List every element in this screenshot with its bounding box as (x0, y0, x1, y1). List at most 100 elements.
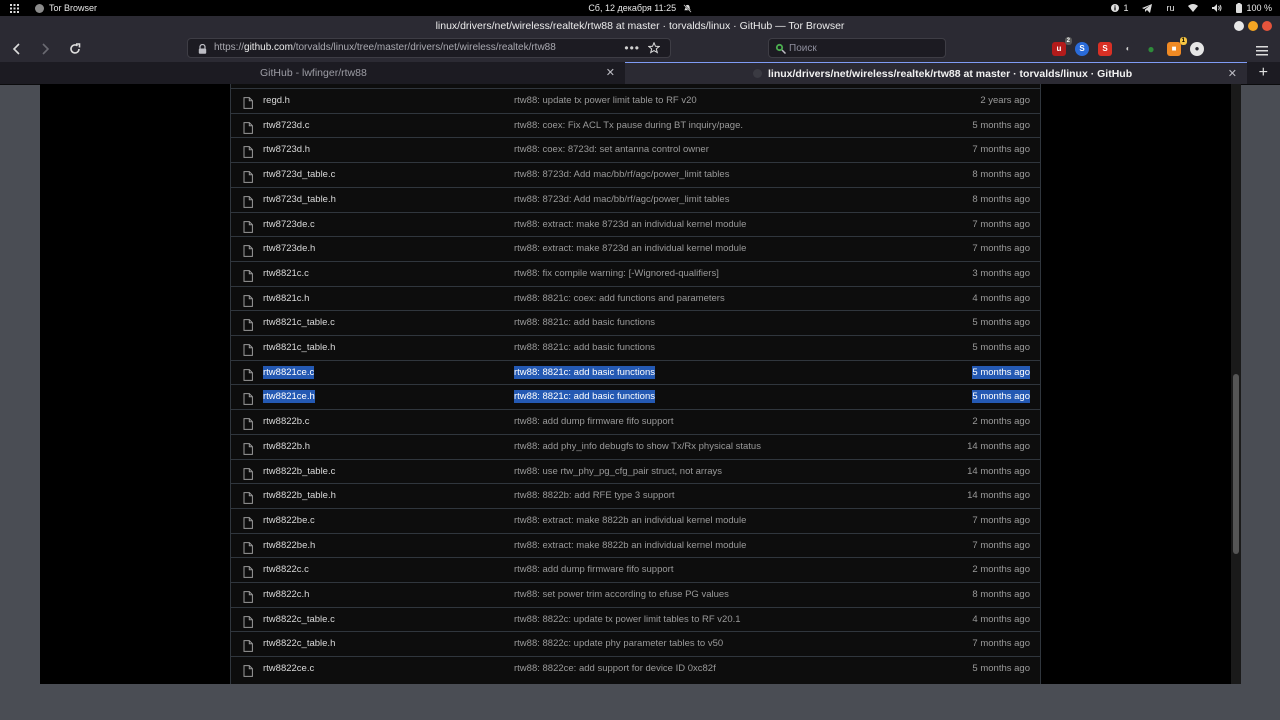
page-scrollbar[interactable] (1231, 84, 1241, 684)
new-tab-button[interactable]: + (1259, 62, 1268, 84)
file-row[interactable]: rtw8822b.h rtw88: add phy_info debugfs to… (231, 433, 1040, 459)
file-row[interactable]: rtw8822c.h rtw88: set power trim accordin… (231, 582, 1040, 606)
scrollbar-thumb[interactable] (1233, 374, 1239, 554)
file-row[interactable]: rtw8723d_table.c rtw88: 8723d: Add mac/bb… (231, 162, 1040, 186)
file-row[interactable]: rtw8821c.c rtw88: fix compile warning: [-… (231, 260, 1040, 286)
commit-message-link[interactable]: rtw88: add dump firmware fifo support (514, 410, 673, 434)
file-row[interactable]: rtw8723d.h rtw88: coex: 8723d: set antann… (231, 137, 1040, 161)
commit-message-link[interactable]: rtw88: 8723d: Add mac/bb/rf/agc/power_li… (514, 188, 729, 212)
bookmark-star-icon[interactable] (647, 41, 661, 61)
file-row[interactable]: rtw8822c_table.c rtw88: 8822c: update tx … (231, 606, 1040, 632)
file-name-link[interactable]: rtw8821c.h (263, 287, 309, 311)
file-name-link[interactable]: rtw8822c.h (263, 583, 309, 607)
file-name-link[interactable]: rtw8723d_table.c (263, 163, 335, 187)
battery-indicator[interactable]: 100 % (1236, 3, 1272, 13)
tab-torvalds-linux-rtw88[interactable]: linux/drivers/net/wireless/realtek/rtw88… (625, 62, 1247, 84)
minimize-button[interactable] (1234, 21, 1244, 31)
commit-message-link[interactable]: rtw88: add dump firmware fifo support (514, 558, 673, 582)
file-row[interactable]: rtw8822b_table.h rtw88: 8822b: add RFE ty… (231, 483, 1040, 507)
file-name-link[interactable]: rtw8822c_table.h (263, 632, 335, 656)
url-text[interactable]: https://github.com/torvalds/linux/tree/m… (214, 39, 556, 57)
active-app-menu[interactable]: Tor Browser (35, 3, 97, 13)
telegram-icon[interactable] (1142, 3, 1153, 13)
file-name-link[interactable]: rtw8822ce.c (263, 657, 314, 681)
ublock-icon[interactable]: u2 (1052, 37, 1072, 56)
commit-message-link[interactable]: rtw88: set power trim according to efuse… (514, 583, 729, 607)
file-row[interactable]: rtw8821c_table.h rtw88: 8821c: add basic … (231, 335, 1040, 359)
forward-button[interactable] (37, 41, 53, 57)
app-grid-icon[interactable] (10, 3, 19, 13)
search-input[interactable] (789, 40, 939, 56)
file-name-link[interactable]: rtw8822b_table.h (263, 484, 336, 508)
file-row[interactable]: rtw8821c.h rtw88: 8821c: coex: add functi… (231, 285, 1040, 311)
update-indicator[interactable]: 1 (1111, 3, 1128, 13)
file-name-link[interactable]: rtw8822b.c (263, 410, 309, 434)
file-name-link[interactable]: rtw8723de.h (263, 237, 315, 261)
file-row[interactable]: rtw8822be.h rtw88: extract: make 8822b an… (231, 532, 1040, 558)
keyboard-layout[interactable]: ru (1166, 3, 1174, 13)
file-row[interactable]: rtw8821ce.c rtw88: 8821c: add basic funct… (231, 359, 1040, 384)
close-tab-icon[interactable]: ✕ (606, 62, 615, 84)
commit-message-link[interactable]: rtw88: 8821c: coex: add functions and pa… (514, 287, 725, 311)
file-name-link[interactable]: rtw8822c.c (263, 558, 309, 582)
commit-message-link[interactable]: rtw88: 8822ce: add support for device ID… (514, 657, 716, 681)
file-name-link[interactable]: regd.h (263, 89, 290, 113)
file-row[interactable]: rtw8723d_table.h rtw88: 8723d: Add mac/bb… (231, 186, 1040, 212)
tab-lwfinger-rtw88[interactable]: GitHub - lwfinger/rtw88 ✕ (240, 62, 625, 84)
hamburger-menu-icon[interactable] (1256, 43, 1268, 61)
close-window-button[interactable] (1262, 21, 1272, 31)
commit-message-link[interactable]: rtw88: 8723d: Add mac/bb/rf/agc/power_li… (514, 163, 729, 187)
s-circle-icon[interactable]: S (1075, 42, 1089, 56)
page-actions-icon[interactable]: ••• (624, 39, 640, 57)
commit-message-link[interactable]: rtw88: 8821c: add basic functions (514, 336, 655, 360)
close-tab-icon[interactable]: ✕ (1228, 63, 1237, 85)
file-name-link[interactable]: rtw8723d.c (263, 114, 309, 138)
file-name-link[interactable]: rtw8821c_table.c (263, 311, 335, 335)
file-row[interactable]: rtw8723d.c rtw88: coex: Fix ACL Tx pause … (231, 112, 1040, 138)
search-engine-icon[interactable] (775, 43, 787, 61)
search-bar[interactable] (768, 38, 946, 58)
commit-message-link[interactable]: rtw88: add phy_info debugfs to show Tx/R… (514, 435, 761, 459)
file-row[interactable]: rtw8822b_table.c rtw88: use rtw_phy_pg_cf… (231, 458, 1040, 484)
commit-message-link[interactable]: rtw88: extract: make 8822b an individual… (514, 509, 746, 533)
file-row[interactable]: rtw8822c_table.h rtw88: 8822c: update phy… (231, 631, 1040, 655)
file-name-link[interactable]: rtw8723d.h (263, 138, 310, 162)
commit-message-link[interactable]: rtw88: use rtw_phy_pg_cfg_pair struct, n… (514, 460, 722, 484)
file-name-link[interactable]: rtw8821c.c (263, 262, 309, 286)
file-name-link[interactable]: rtw8723de.c (263, 213, 315, 237)
commit-message-link[interactable]: rtw88: extract: make 8822b an individual… (514, 534, 746, 558)
commit-message-link[interactable]: rtw88: 8822b: add RFE type 3 support (514, 484, 675, 508)
file-row[interactable]: rtw8821c_table.c rtw88: 8821c: add basic … (231, 310, 1040, 334)
wifi-icon[interactable] (1188, 4, 1199, 12)
commit-message-link[interactable]: rtw88: 8822c: update phy parameter table… (514, 632, 723, 656)
commit-message-link[interactable]: rtw88: update tx power limit table to RF… (514, 89, 697, 113)
file-name-link[interactable]: rtw8821ce.c (263, 365, 315, 379)
commit-message-link[interactable]: rtw88: coex: Fix ACL Tx pause during BT … (514, 114, 743, 138)
commit-message-link[interactable]: rtw88: extract: make 8723d an individual… (514, 213, 746, 237)
commit-message-link[interactable]: rtw88: 8821c: add basic functions (514, 311, 655, 335)
file-row[interactable]: rtw8822be.c rtw88: extract: make 8822b an… (231, 507, 1040, 533)
file-name-link[interactable]: rtw8822b_table.c (263, 460, 335, 484)
clock[interactable]: Сб, 12 декабря 11:25 (588, 3, 676, 13)
commit-message-link[interactable]: rtw88: 8822c: update tx power limit tabl… (514, 608, 741, 632)
file-row[interactable]: rtw8822b.c rtw88: add dump firmware fifo … (231, 409, 1040, 433)
back-button[interactable] (9, 41, 25, 57)
file-name-link[interactable]: rtw8822be.h (263, 534, 315, 558)
commit-message-link[interactable]: rtw88: extract: make 8723d an individual… (514, 237, 746, 261)
reload-button[interactable] (67, 41, 83, 57)
file-name-link[interactable]: rtw8822be.c (263, 509, 315, 533)
orange-ext-icon[interactable]: ■ 1 (1167, 37, 1187, 56)
commit-message-link[interactable]: rtw88: 8821c: add basic functions (514, 390, 656, 404)
file-name-link[interactable]: rtw8821c_table.h (263, 336, 335, 360)
address-bar[interactable]: https://github.com/torvalds/linux/tree/m… (187, 38, 671, 58)
tor-circuit-icon[interactable]: ● (1190, 42, 1204, 56)
volume-icon[interactable] (1212, 4, 1222, 12)
file-row[interactable]: rtw8821ce.h rtw88: 8821c: add basic funct… (231, 384, 1040, 408)
file-name-link[interactable]: rtw8821ce.h (263, 390, 315, 404)
file-name-link[interactable]: rtw8723d_table.h (263, 188, 336, 212)
file-row[interactable]: regd.h rtw88: update tx power limit table… (231, 88, 1040, 112)
file-name-link[interactable]: rtw8822c_table.c (263, 608, 335, 632)
green-ext-icon[interactable]: ● (1144, 42, 1158, 56)
file-name-link[interactable]: rtw8822b.h (263, 435, 310, 459)
s-red-icon[interactable]: S (1098, 42, 1112, 56)
